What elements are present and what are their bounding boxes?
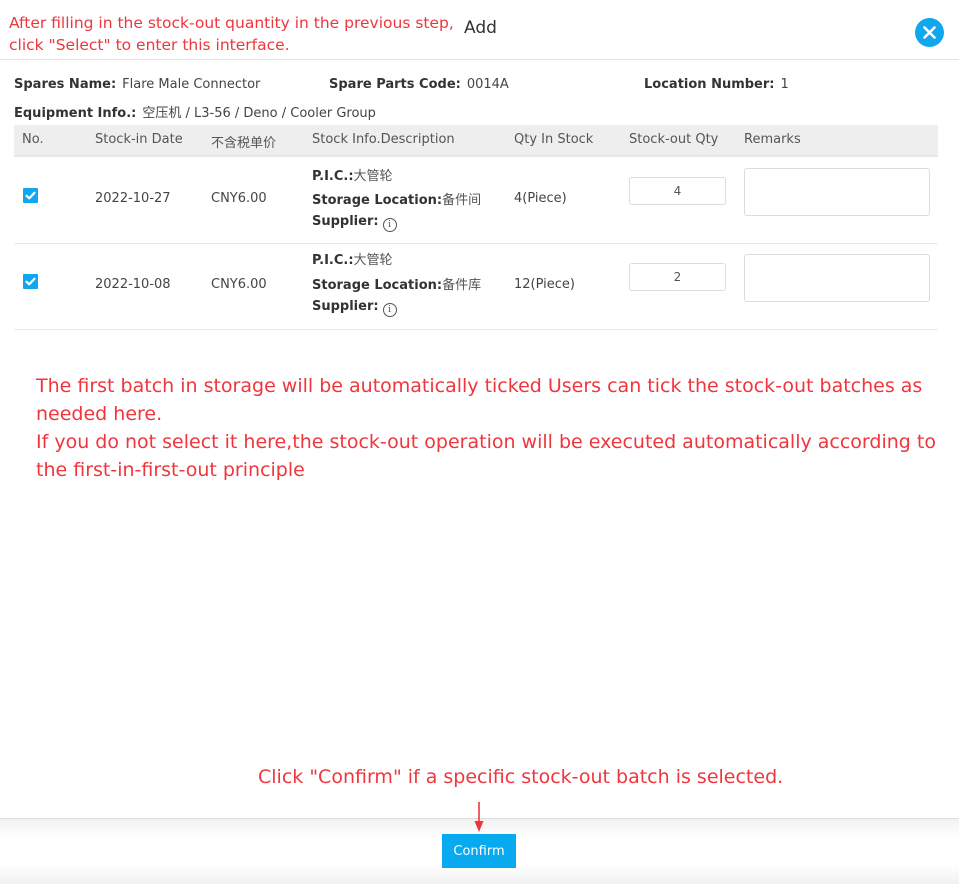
checkmark-icon bbox=[25, 277, 36, 286]
spares-name-field: Spares Name: Flare Male Connector bbox=[14, 77, 260, 92]
storage-location-value: 备件间 bbox=[442, 193, 482, 208]
unit-price: CNY6.00 bbox=[211, 191, 267, 206]
close-button[interactable] bbox=[915, 18, 944, 47]
annotation-middle: The first batch in storage will be autom… bbox=[36, 372, 951, 484]
column-no: No. bbox=[22, 132, 44, 147]
annotation-top-line-2: click "Select" to enter this interface. bbox=[9, 36, 290, 54]
equipment-info-value: 空压机 / L3-56 / Deno / Cooler Group bbox=[142, 106, 376, 121]
remarks-input[interactable] bbox=[744, 254, 930, 302]
equipment-info-field: Equipment Info.: 空压机 / L3-56 / Deno / Coo… bbox=[14, 102, 376, 121]
info-circle-icon[interactable]: i bbox=[382, 218, 397, 232]
location-number-label: Location Number: bbox=[644, 77, 775, 92]
table-row: 2022-10-08 CNY6.00 P.I.C.:大管轮 Storage Lo… bbox=[14, 243, 938, 330]
storage-location-label: Storage Location: bbox=[312, 278, 443, 293]
equipment-info-label: Equipment Info.: bbox=[14, 106, 137, 121]
remarks-input[interactable] bbox=[744, 168, 930, 216]
table-header: No. Stock-in Date 不含税单价 Stock Info.Descr… bbox=[14, 125, 938, 157]
annotation-arrow-icon bbox=[474, 802, 484, 832]
stock-out-qty-input[interactable] bbox=[629, 263, 726, 291]
row-checkbox[interactable] bbox=[23, 274, 38, 289]
supplier-line: Supplier: i bbox=[312, 299, 397, 317]
supplier-label: Supplier: bbox=[312, 299, 379, 314]
close-icon bbox=[923, 26, 936, 39]
annotation-middle-line-1: The first batch in storage will be autom… bbox=[36, 375, 923, 425]
spares-name-value: Flare Male Connector bbox=[122, 77, 261, 92]
pic-label: P.I.C.: bbox=[312, 169, 354, 184]
checkmark-icon bbox=[25, 191, 36, 200]
storage-location-line: Storage Location:备件间 bbox=[312, 189, 481, 208]
pic-value: 大管轮 bbox=[353, 169, 393, 184]
table-row: 2022-10-27 CNY6.00 P.I.C.:大管轮 Storage Lo… bbox=[14, 157, 938, 244]
location-number-value: 1 bbox=[780, 77, 789, 92]
storage-location-value: 备件库 bbox=[442, 278, 482, 293]
pic-line: P.I.C.:大管轮 bbox=[312, 165, 393, 184]
spare-parts-code-value: 0014A bbox=[466, 77, 509, 92]
location-number-field: Location Number: 1 bbox=[644, 77, 789, 92]
supplier-line: Supplier: i bbox=[312, 214, 397, 232]
row-checkbox[interactable] bbox=[23, 188, 38, 203]
column-remarks: Remarks bbox=[744, 132, 801, 147]
annotation-top: After filling in the stock-out quantity … bbox=[9, 12, 454, 56]
qty-in-stock: 12(Piece) bbox=[514, 277, 575, 292]
spare-parts-code-label: Spare Parts Code: bbox=[329, 77, 461, 92]
supplier-label: Supplier: bbox=[312, 214, 379, 229]
stock-in-date: 2022-10-27 bbox=[95, 191, 171, 206]
storage-location-line: Storage Location:备件库 bbox=[312, 274, 481, 293]
column-unit-price: 不含税单价 bbox=[211, 136, 277, 151]
spare-parts-code-field: Spare Parts Code: 0014A bbox=[329, 77, 509, 92]
info-circle-icon[interactable]: i bbox=[382, 303, 397, 317]
column-qty-in-stock: Qty In Stock bbox=[514, 132, 594, 147]
annotation-middle-line-2: If you do not select it here,the stock-o… bbox=[36, 431, 936, 481]
pic-value: 大管轮 bbox=[353, 253, 393, 268]
unit-price: CNY6.00 bbox=[211, 277, 267, 292]
dialog-title: Add bbox=[464, 18, 497, 38]
stock-in-date: 2022-10-08 bbox=[95, 277, 171, 292]
pic-label: P.I.C.: bbox=[312, 253, 354, 268]
column-stock-info-description: Stock Info.Description bbox=[312, 132, 455, 147]
annotation-top-line-1: After filling in the stock-out quantity … bbox=[9, 14, 454, 32]
pic-line: P.I.C.:大管轮 bbox=[312, 249, 393, 268]
spares-name-label: Spares Name: bbox=[14, 77, 117, 92]
confirm-button[interactable]: Confirm bbox=[442, 834, 516, 868]
annotation-bottom: Click "Confirm" if a specific stock-out … bbox=[258, 766, 784, 788]
qty-in-stock: 4(Piece) bbox=[514, 191, 567, 206]
storage-location-label: Storage Location: bbox=[312, 193, 443, 208]
stock-out-qty-input[interactable] bbox=[629, 177, 726, 205]
column-stock-in-date: Stock-in Date bbox=[95, 132, 183, 147]
column-stock-out-qty: Stock-out Qty bbox=[629, 132, 719, 147]
